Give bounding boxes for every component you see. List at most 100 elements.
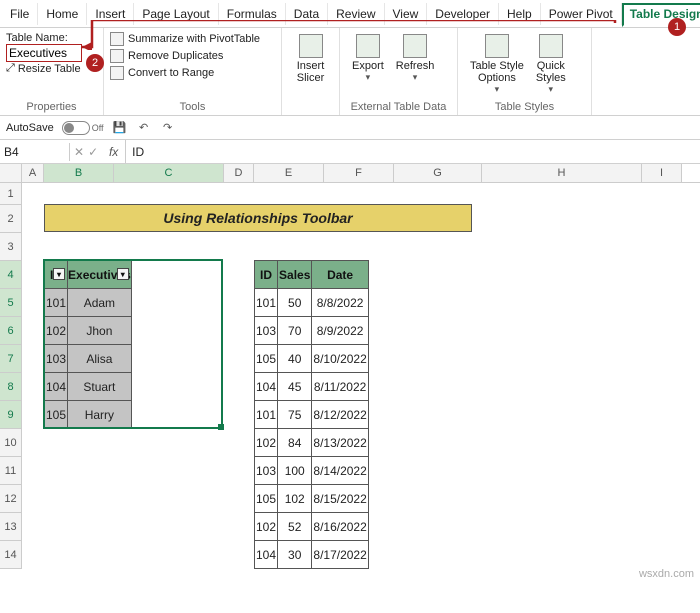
undo-icon[interactable]: ↶	[136, 120, 152, 136]
cell[interactable]: 84	[278, 429, 312, 457]
tab-help[interactable]: Help	[499, 3, 541, 25]
t2-h2[interactable]: Sales	[278, 261, 312, 289]
col-B[interactable]: B	[44, 164, 114, 182]
cell[interactable]: 105	[255, 485, 278, 513]
row-3[interactable]: 3	[0, 233, 22, 261]
export-button[interactable]: Export	[346, 32, 390, 85]
col-A[interactable]: A	[22, 164, 44, 182]
row-5[interactable]: 5	[0, 289, 22, 317]
sales-table[interactable]: ID Sales Date 101508/8/2022 103708/9/202…	[254, 260, 369, 569]
tab-developer[interactable]: Developer	[427, 3, 499, 25]
sheet-title[interactable]: Using Relationships Toolbar	[44, 204, 472, 232]
cell[interactable]: Harry	[68, 401, 132, 429]
cell[interactable]: 104	[45, 373, 68, 401]
cell[interactable]: 103	[255, 317, 278, 345]
table-row[interactable]: 102528/16/2022	[255, 513, 369, 541]
tab-home[interactable]: Home	[38, 3, 87, 25]
row-4[interactable]: 4	[0, 261, 22, 289]
table-row[interactable]: 104Stuart	[45, 373, 132, 401]
t1-h2[interactable]: Executives▾	[68, 261, 132, 289]
table-row[interactable]: 104308/17/2022	[255, 541, 369, 569]
row-14[interactable]: 14	[0, 541, 22, 569]
table-row[interactable]: 102848/13/2022	[255, 429, 369, 457]
table-row[interactable]: 101Adam	[45, 289, 132, 317]
tab-table-design[interactable]: Table Design	[622, 3, 700, 27]
tab-formulas[interactable]: Formulas	[219, 3, 286, 25]
table-style-options-button[interactable]: Table Style Options	[464, 32, 530, 97]
fx-icon[interactable]: fx	[102, 140, 126, 163]
table-row[interactable]: 104458/11/2022	[255, 373, 369, 401]
row-8[interactable]: 8	[0, 373, 22, 401]
cell[interactable]: 104	[255, 541, 278, 569]
cell[interactable]: 103	[45, 345, 68, 373]
col-C[interactable]: C	[114, 164, 224, 182]
cell[interactable]: Adam	[68, 289, 132, 317]
cell[interactable]: 105	[45, 401, 68, 429]
cell[interactable]: 102	[278, 485, 312, 513]
table-row[interactable]: 105408/10/2022	[255, 345, 369, 373]
cell[interactable]: 105	[255, 345, 278, 373]
cell[interactable]: 104	[255, 373, 278, 401]
table-row[interactable]: 1051028/15/2022	[255, 485, 369, 513]
insert-slicer-button[interactable]: Insert Slicer	[288, 32, 333, 86]
cell[interactable]: 8/14/2022	[312, 457, 368, 485]
cell[interactable]: 40	[278, 345, 312, 373]
convert-to-range-button[interactable]: Convert to Range	[110, 66, 275, 80]
cell[interactable]: 101	[255, 289, 278, 317]
t2-h3[interactable]: Date	[312, 261, 368, 289]
filter-icon[interactable]: ▾	[53, 268, 65, 280]
cell[interactable]: 100	[278, 457, 312, 485]
autosave-toggle[interactable]	[62, 121, 90, 135]
name-box[interactable]: B4	[0, 143, 70, 161]
tab-insert[interactable]: Insert	[87, 3, 134, 25]
table-name-input[interactable]	[6, 44, 82, 62]
row-13[interactable]: 13	[0, 513, 22, 541]
tab-data[interactable]: Data	[286, 3, 328, 25]
refresh-button[interactable]: Refresh	[390, 32, 441, 85]
filter-icon[interactable]: ▾	[117, 268, 129, 280]
resize-table-button[interactable]: ⤢ Resize Table	[6, 62, 97, 75]
cell[interactable]: 75	[278, 401, 312, 429]
tab-view[interactable]: View	[385, 3, 428, 25]
row-9[interactable]: 9	[0, 401, 22, 429]
formula-value[interactable]: ID	[126, 143, 150, 161]
cell[interactable]: 52	[278, 513, 312, 541]
tab-power-pivot[interactable]: Power Pivot	[541, 3, 622, 25]
col-G[interactable]: G	[394, 164, 482, 182]
row-7[interactable]: 7	[0, 345, 22, 373]
cell[interactable]: 101	[255, 401, 278, 429]
cell[interactable]: Stuart	[68, 373, 132, 401]
cell[interactable]: 45	[278, 373, 312, 401]
col-D[interactable]: D	[224, 164, 254, 182]
cell[interactable]: 30	[278, 541, 312, 569]
summarize-pivot-button[interactable]: Summarize with PivotTable	[110, 32, 275, 46]
table-row[interactable]: 101758/12/2022	[255, 401, 369, 429]
row-11[interactable]: 11	[0, 457, 22, 485]
cell[interactable]: 102	[255, 513, 278, 541]
row-1[interactable]: 1	[0, 183, 22, 205]
cell[interactable]: 8/11/2022	[312, 373, 368, 401]
cell[interactable]: 8/12/2022	[312, 401, 368, 429]
tab-file[interactable]: File	[2, 3, 38, 25]
col-F[interactable]: F	[324, 164, 394, 182]
remove-duplicates-button[interactable]: Remove Duplicates	[110, 49, 275, 63]
row-12[interactable]: 12	[0, 485, 22, 513]
tab-review[interactable]: Review	[328, 3, 384, 25]
cell[interactable]: 101	[45, 289, 68, 317]
table-row[interactable]: 105Harry	[45, 401, 132, 429]
enter-icon[interactable]: ✓	[88, 145, 98, 159]
cell[interactable]: 8/17/2022	[312, 541, 368, 569]
row-2[interactable]: 2	[0, 205, 22, 233]
cell[interactable]: 8/13/2022	[312, 429, 368, 457]
cell[interactable]: 70	[278, 317, 312, 345]
table-row[interactable]: 103Alisa	[45, 345, 132, 373]
cell[interactable]: 8/8/2022	[312, 289, 368, 317]
quick-styles-button[interactable]: Quick Styles	[530, 32, 572, 97]
table-row[interactable]: 1031008/14/2022	[255, 457, 369, 485]
cell[interactable]: 103	[255, 457, 278, 485]
col-E[interactable]: E	[254, 164, 324, 182]
cell[interactable]: Alisa	[68, 345, 132, 373]
executives-table[interactable]: ID▾ Executives▾ 101Adam 102Jhon 103Alisa…	[44, 260, 132, 429]
cell[interactable]: 8/15/2022	[312, 485, 368, 513]
cell[interactable]: 102	[255, 429, 278, 457]
